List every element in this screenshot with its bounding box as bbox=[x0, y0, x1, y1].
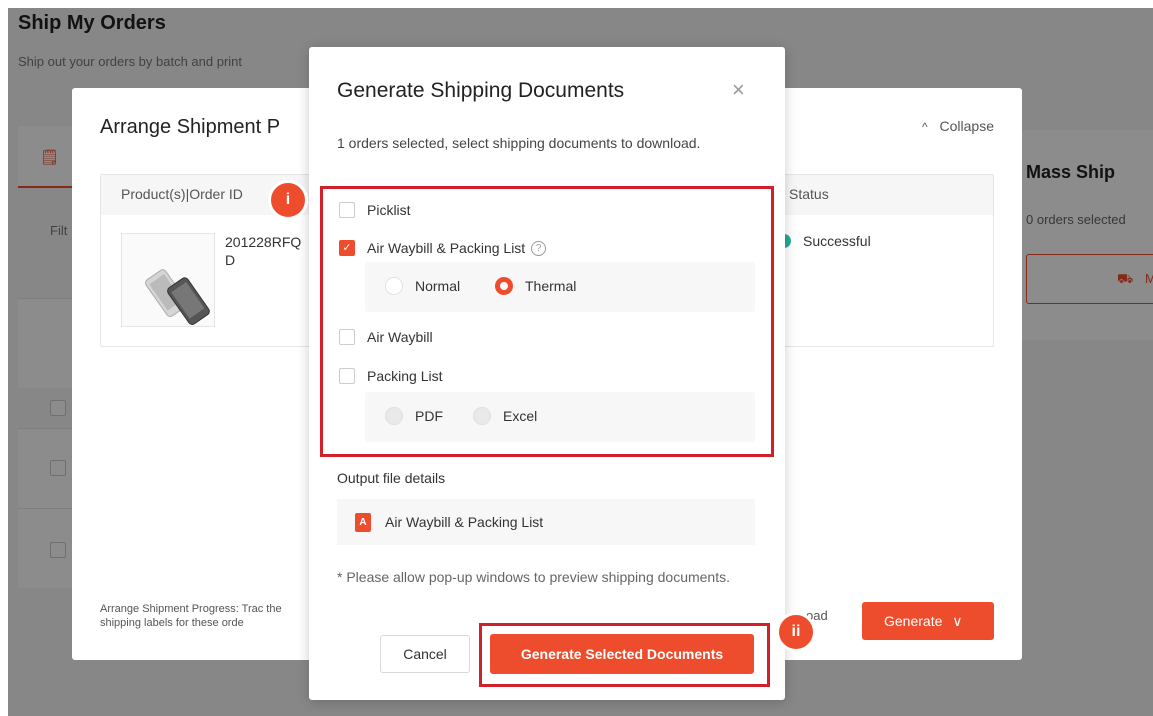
order-status: Successful bbox=[777, 233, 871, 249]
cancel-button[interactable]: Cancel bbox=[380, 635, 470, 673]
order-id: 201228RFQ D bbox=[225, 234, 302, 268]
modal-title: Generate Shipping Documents bbox=[337, 79, 625, 102]
status-text: Successful bbox=[803, 233, 871, 249]
generate-label: Generate bbox=[884, 613, 943, 629]
pdf-icon: A bbox=[355, 512, 371, 532]
panel-title: Arrange Shipment P bbox=[100, 116, 281, 138]
annotation-marker-ii: ii bbox=[776, 612, 816, 652]
chevron-up-icon: ^ bbox=[921, 120, 928, 134]
progress-text: Arrange Shipment Progress: Trac the ship… bbox=[100, 603, 282, 629]
collapse-button[interactable]: ^ Collapse bbox=[922, 118, 994, 134]
column-status: Status bbox=[789, 186, 829, 202]
product-image bbox=[121, 233, 215, 327]
highlight-box-generate bbox=[479, 623, 770, 687]
popup-note: * Please allow pop-up windows to preview… bbox=[337, 569, 730, 585]
output-file-name: Air Waybill & Packing List bbox=[385, 514, 544, 530]
output-file: A Air Waybill & Packing List bbox=[337, 499, 755, 545]
annotation-marker-i: i bbox=[268, 180, 308, 220]
chevron-down-icon: ∨ bbox=[952, 613, 963, 629]
highlight-box-options bbox=[320, 186, 774, 457]
output-details-title: Output file details bbox=[337, 470, 446, 486]
modal-description: 1 orders selected, select shipping docum… bbox=[337, 135, 701, 151]
collapse-label: Collapse bbox=[939, 118, 994, 134]
generate-dropdown-button[interactable]: Generate ∨ bbox=[862, 602, 994, 640]
close-icon[interactable]: × bbox=[732, 77, 745, 103]
column-product: Product(s)|Order ID bbox=[121, 186, 243, 202]
